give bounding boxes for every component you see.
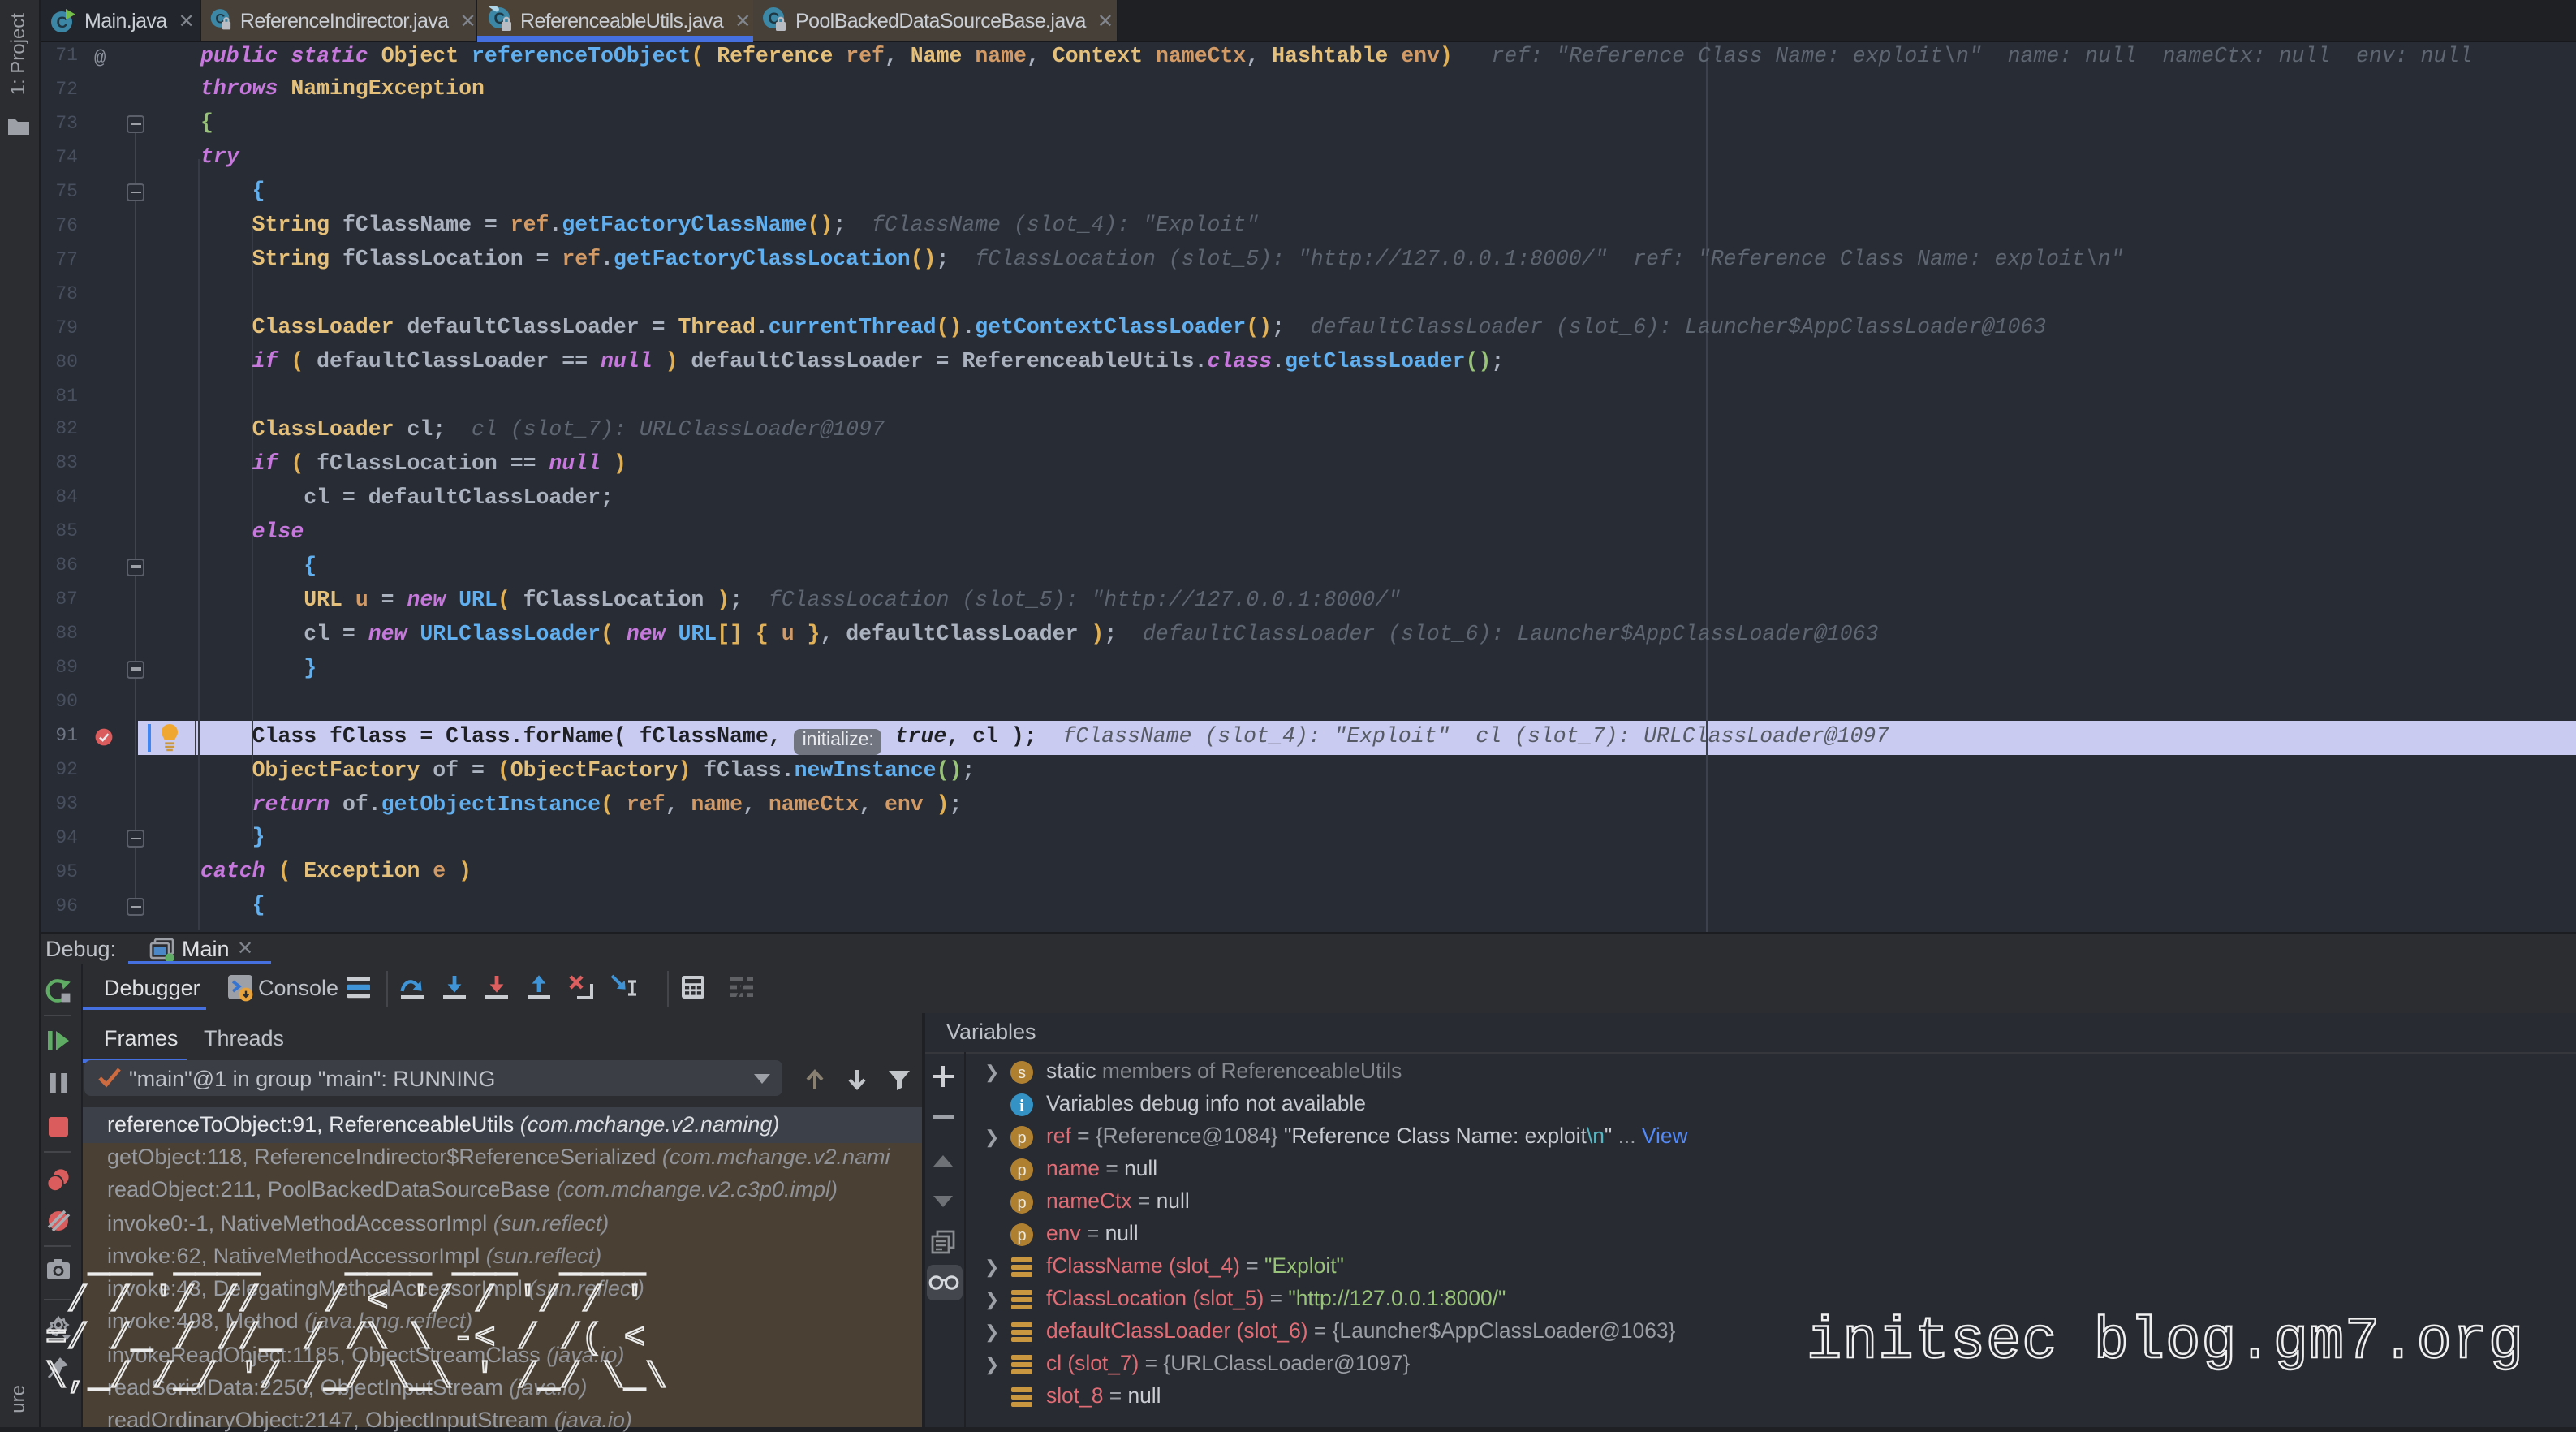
svg-text:p: p xyxy=(1016,1226,1025,1244)
svg-text:s: s xyxy=(1017,1063,1025,1081)
svg-text:i: i xyxy=(1019,1094,1023,1114)
svg-text:p: p xyxy=(1016,1193,1025,1211)
svg-text:p: p xyxy=(1016,1161,1025,1179)
svg-text:p: p xyxy=(1016,1128,1025,1146)
